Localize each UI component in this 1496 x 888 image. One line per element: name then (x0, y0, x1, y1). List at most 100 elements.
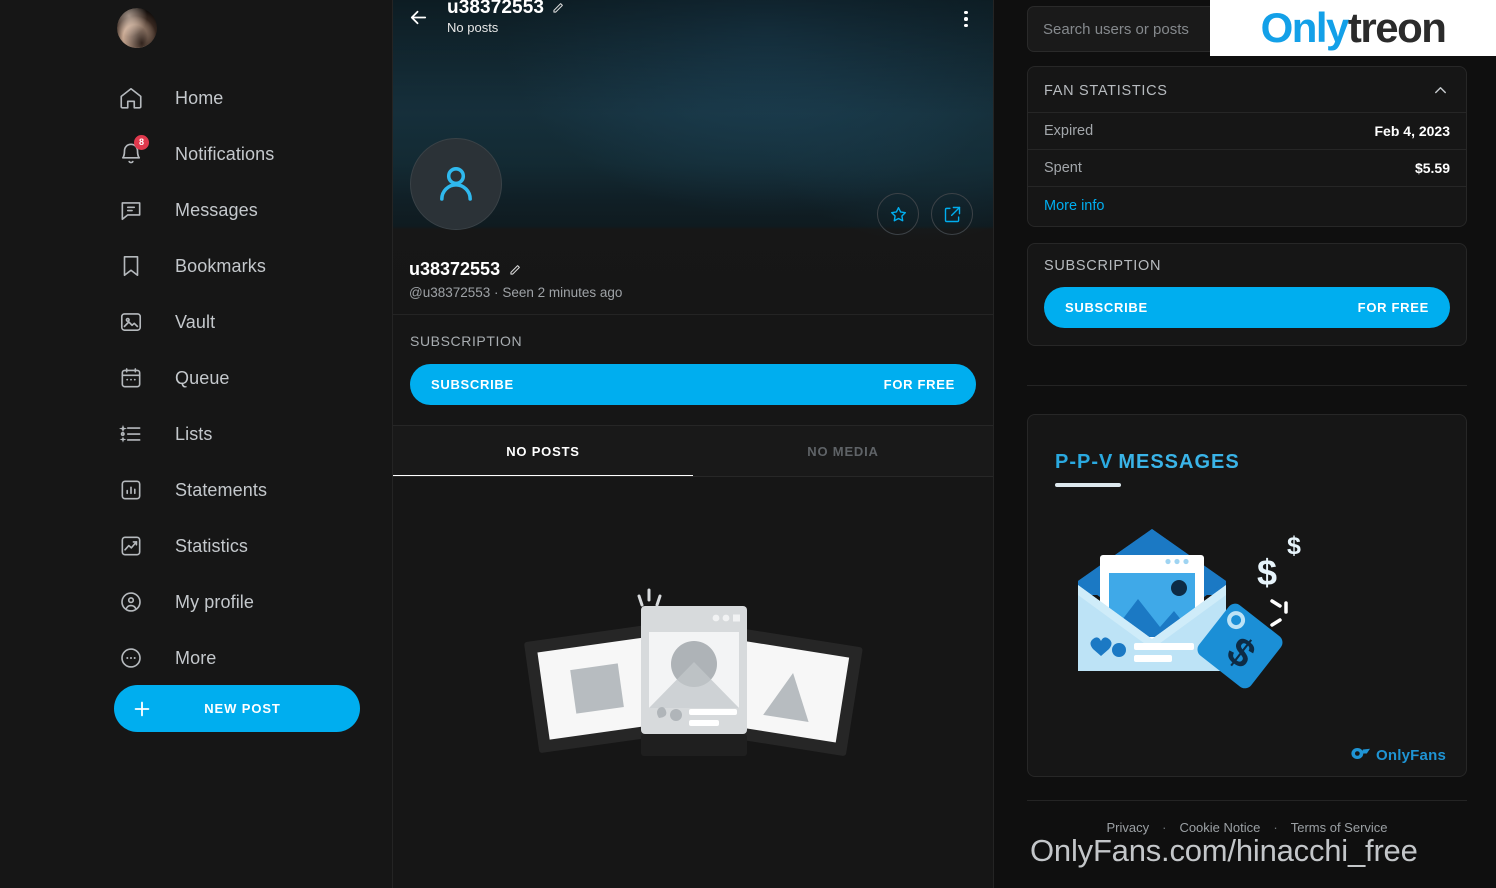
profile-display-name: u38372553 (409, 259, 501, 279)
new-post-button[interactable]: NEW POST (114, 685, 360, 732)
pencil-edit-icon[interactable] (551, 1, 565, 15)
main-subscription-section: SUBSCRIPTION SUBSCRIBE FOR FREE (393, 314, 993, 425)
profile-identity: u38372553 @u38372553 · Seen 2 minutes ag… (409, 259, 622, 300)
sidebar-item-lists[interactable]: Lists (0, 406, 392, 462)
header-titles: u38372553 No posts (447, 0, 565, 35)
profile-meta: @u38372553 · Seen 2 minutes ago (409, 285, 622, 300)
calendar-icon (117, 364, 145, 392)
subscription-heading: SUBSCRIPTION (410, 333, 523, 349)
new-post-label: NEW POST (204, 701, 281, 716)
profile-last-seen: Seen 2 minutes ago (502, 285, 623, 300)
sidebar-item-label: Vault (175, 311, 216, 332)
fan-statistics-card: FAN STATISTICS Expired Feb 4, 2023 Spent… (1027, 66, 1467, 227)
message-icon (117, 196, 145, 224)
side-subscribe-label: SUBSCRIBE (1065, 300, 1148, 315)
bookmark-icon (117, 252, 145, 280)
subscribe-price: FOR FREE (883, 377, 955, 392)
side-subscribe-price: FOR FREE (1357, 300, 1429, 315)
fan-statistics-header: FAN STATISTICS (1028, 67, 1466, 112)
empty-state (393, 477, 993, 862)
left-sidebar: Home 8 Notifications Messages Bookmarks … (0, 0, 393, 888)
no-posts-photos-illustration (524, 588, 863, 756)
logo-treon-text: treon (1347, 4, 1447, 51)
line-chart-icon (117, 532, 145, 560)
main-content: u38372553 No posts u38372553 @u38372553 … (393, 0, 994, 888)
sidebar-item-messages[interactable]: Messages (0, 182, 392, 238)
tab-no-posts[interactable]: NO POSTS (393, 426, 693, 477)
sidebar-item-label: Statements (175, 479, 268, 500)
sidebar-item-my-profile[interactable]: My profile (0, 574, 392, 630)
profile-header-bar: u38372553 No posts (393, 0, 993, 44)
header-post-count: No posts (447, 20, 499, 35)
sidebar-item-statistics[interactable]: Statistics (0, 518, 392, 574)
subscribe-label: SUBSCRIBE (431, 377, 514, 392)
profile-avatar-placeholder[interactable] (410, 138, 502, 230)
onlytreon-logo-overlay: Onlytreon (1210, 0, 1496, 56)
ellipsis-circle-icon (117, 644, 145, 672)
more-info-link[interactable]: More info (1028, 186, 1466, 226)
logo-only-text: Only (1260, 4, 1350, 51)
sidebar-item-queue[interactable]: Queue (0, 350, 392, 406)
sidebar-item-label: Lists (175, 423, 213, 444)
back-arrow-icon[interactable] (405, 4, 431, 30)
sidebar-item-label: Bookmarks (175, 255, 266, 276)
pencil-edit-icon[interactable] (508, 263, 522, 277)
sidebar-nav: Home 8 Notifications Messages Bookmarks … (0, 70, 392, 686)
share-button[interactable] (931, 193, 973, 235)
kebab-menu-icon[interactable] (955, 6, 977, 32)
side-subscription-card: SUBSCRIPTION SUBSCRIBE FOR FREE (1027, 243, 1467, 346)
sidebar-item-label: Queue (175, 367, 230, 388)
sidebar-item-label: More (175, 647, 217, 668)
sidebar-item-label: Notifications (175, 143, 275, 164)
avatar[interactable] (117, 8, 157, 48)
content-tabs: NO POSTS NO MEDIA (393, 425, 993, 477)
stat-label: Expired (1044, 123, 1094, 139)
side-subscription-title: SUBSCRIPTION (1044, 258, 1162, 274)
chevron-up-icon[interactable] (1431, 81, 1450, 100)
profile-name-row: u38372553 (409, 259, 622, 280)
home-icon (117, 84, 145, 112)
ppv-title: P-P-V MESSAGES (1055, 451, 1240, 474)
onlytreon-logo-text: Onlytreon (1260, 4, 1447, 51)
tab-label: NO POSTS (506, 444, 580, 459)
sidebar-item-bookmarks[interactable]: Bookmarks (0, 238, 392, 294)
subscribe-button[interactable]: SUBSCRIBE FOR FREE (410, 364, 976, 405)
header-display-name: u38372553 (447, 0, 545, 18)
meta-separator: · (494, 285, 499, 300)
side-subscribe-button[interactable]: SUBSCRIBE FOR FREE (1044, 287, 1450, 328)
stat-row-spent: Spent $5.59 (1028, 149, 1466, 186)
ppv-title-underline (1055, 483, 1121, 487)
stat-value: Feb 4, 2023 (1374, 123, 1451, 139)
sidebar-item-label: Home (175, 87, 224, 108)
sidebar-item-statements[interactable]: Statements (0, 462, 392, 518)
sidebar-item-home[interactable]: Home (0, 70, 392, 126)
bell-icon: 8 (117, 135, 149, 168)
onlyfans-brand-text: OnlyFans (1376, 747, 1446, 764)
ppv-promo-card[interactable]: P-P-V MESSAGES $ $ $ OnlyFans (1027, 414, 1467, 777)
profile-cover: u38372553 No posts u38372553 @u38372553 … (393, 0, 993, 314)
envelope-with-price-tag-illustration: $ $ $ (1056, 523, 1356, 728)
favorite-button[interactable] (877, 193, 919, 235)
sidebar-item-more[interactable]: More (0, 630, 392, 686)
ppv-title-part2: MESSAGES (1118, 451, 1240, 473)
sidebar-item-label: My profile (175, 591, 255, 612)
sidebar-divider (1027, 385, 1467, 386)
tab-no-media[interactable]: NO MEDIA (693, 426, 993, 477)
list-icon (117, 420, 145, 448)
footer-divider (1027, 800, 1467, 801)
sidebar-item-label: Statistics (175, 535, 249, 556)
svg-text:$: $ (1257, 552, 1277, 593)
header-name-row: u38372553 (447, 0, 565, 19)
profile-handle: @u38372553 (409, 285, 491, 300)
notification-badge: 8 (134, 135, 149, 150)
sidebar-item-notifications[interactable]: 8 Notifications (0, 126, 392, 182)
plus-icon (131, 698, 153, 720)
bar-chart-icon (117, 476, 145, 504)
svg-text:$: $ (1287, 532, 1301, 560)
watermark-url: OnlyFans.com/hinacchi_free (1030, 833, 1418, 868)
vault-image-icon (117, 308, 145, 336)
ppv-title-part1: P-P-V (1055, 451, 1114, 473)
stat-value: $5.59 (1414, 160, 1450, 176)
fan-statistics-title: FAN STATISTICS (1044, 82, 1168, 99)
sidebar-item-vault[interactable]: Vault (0, 294, 392, 350)
